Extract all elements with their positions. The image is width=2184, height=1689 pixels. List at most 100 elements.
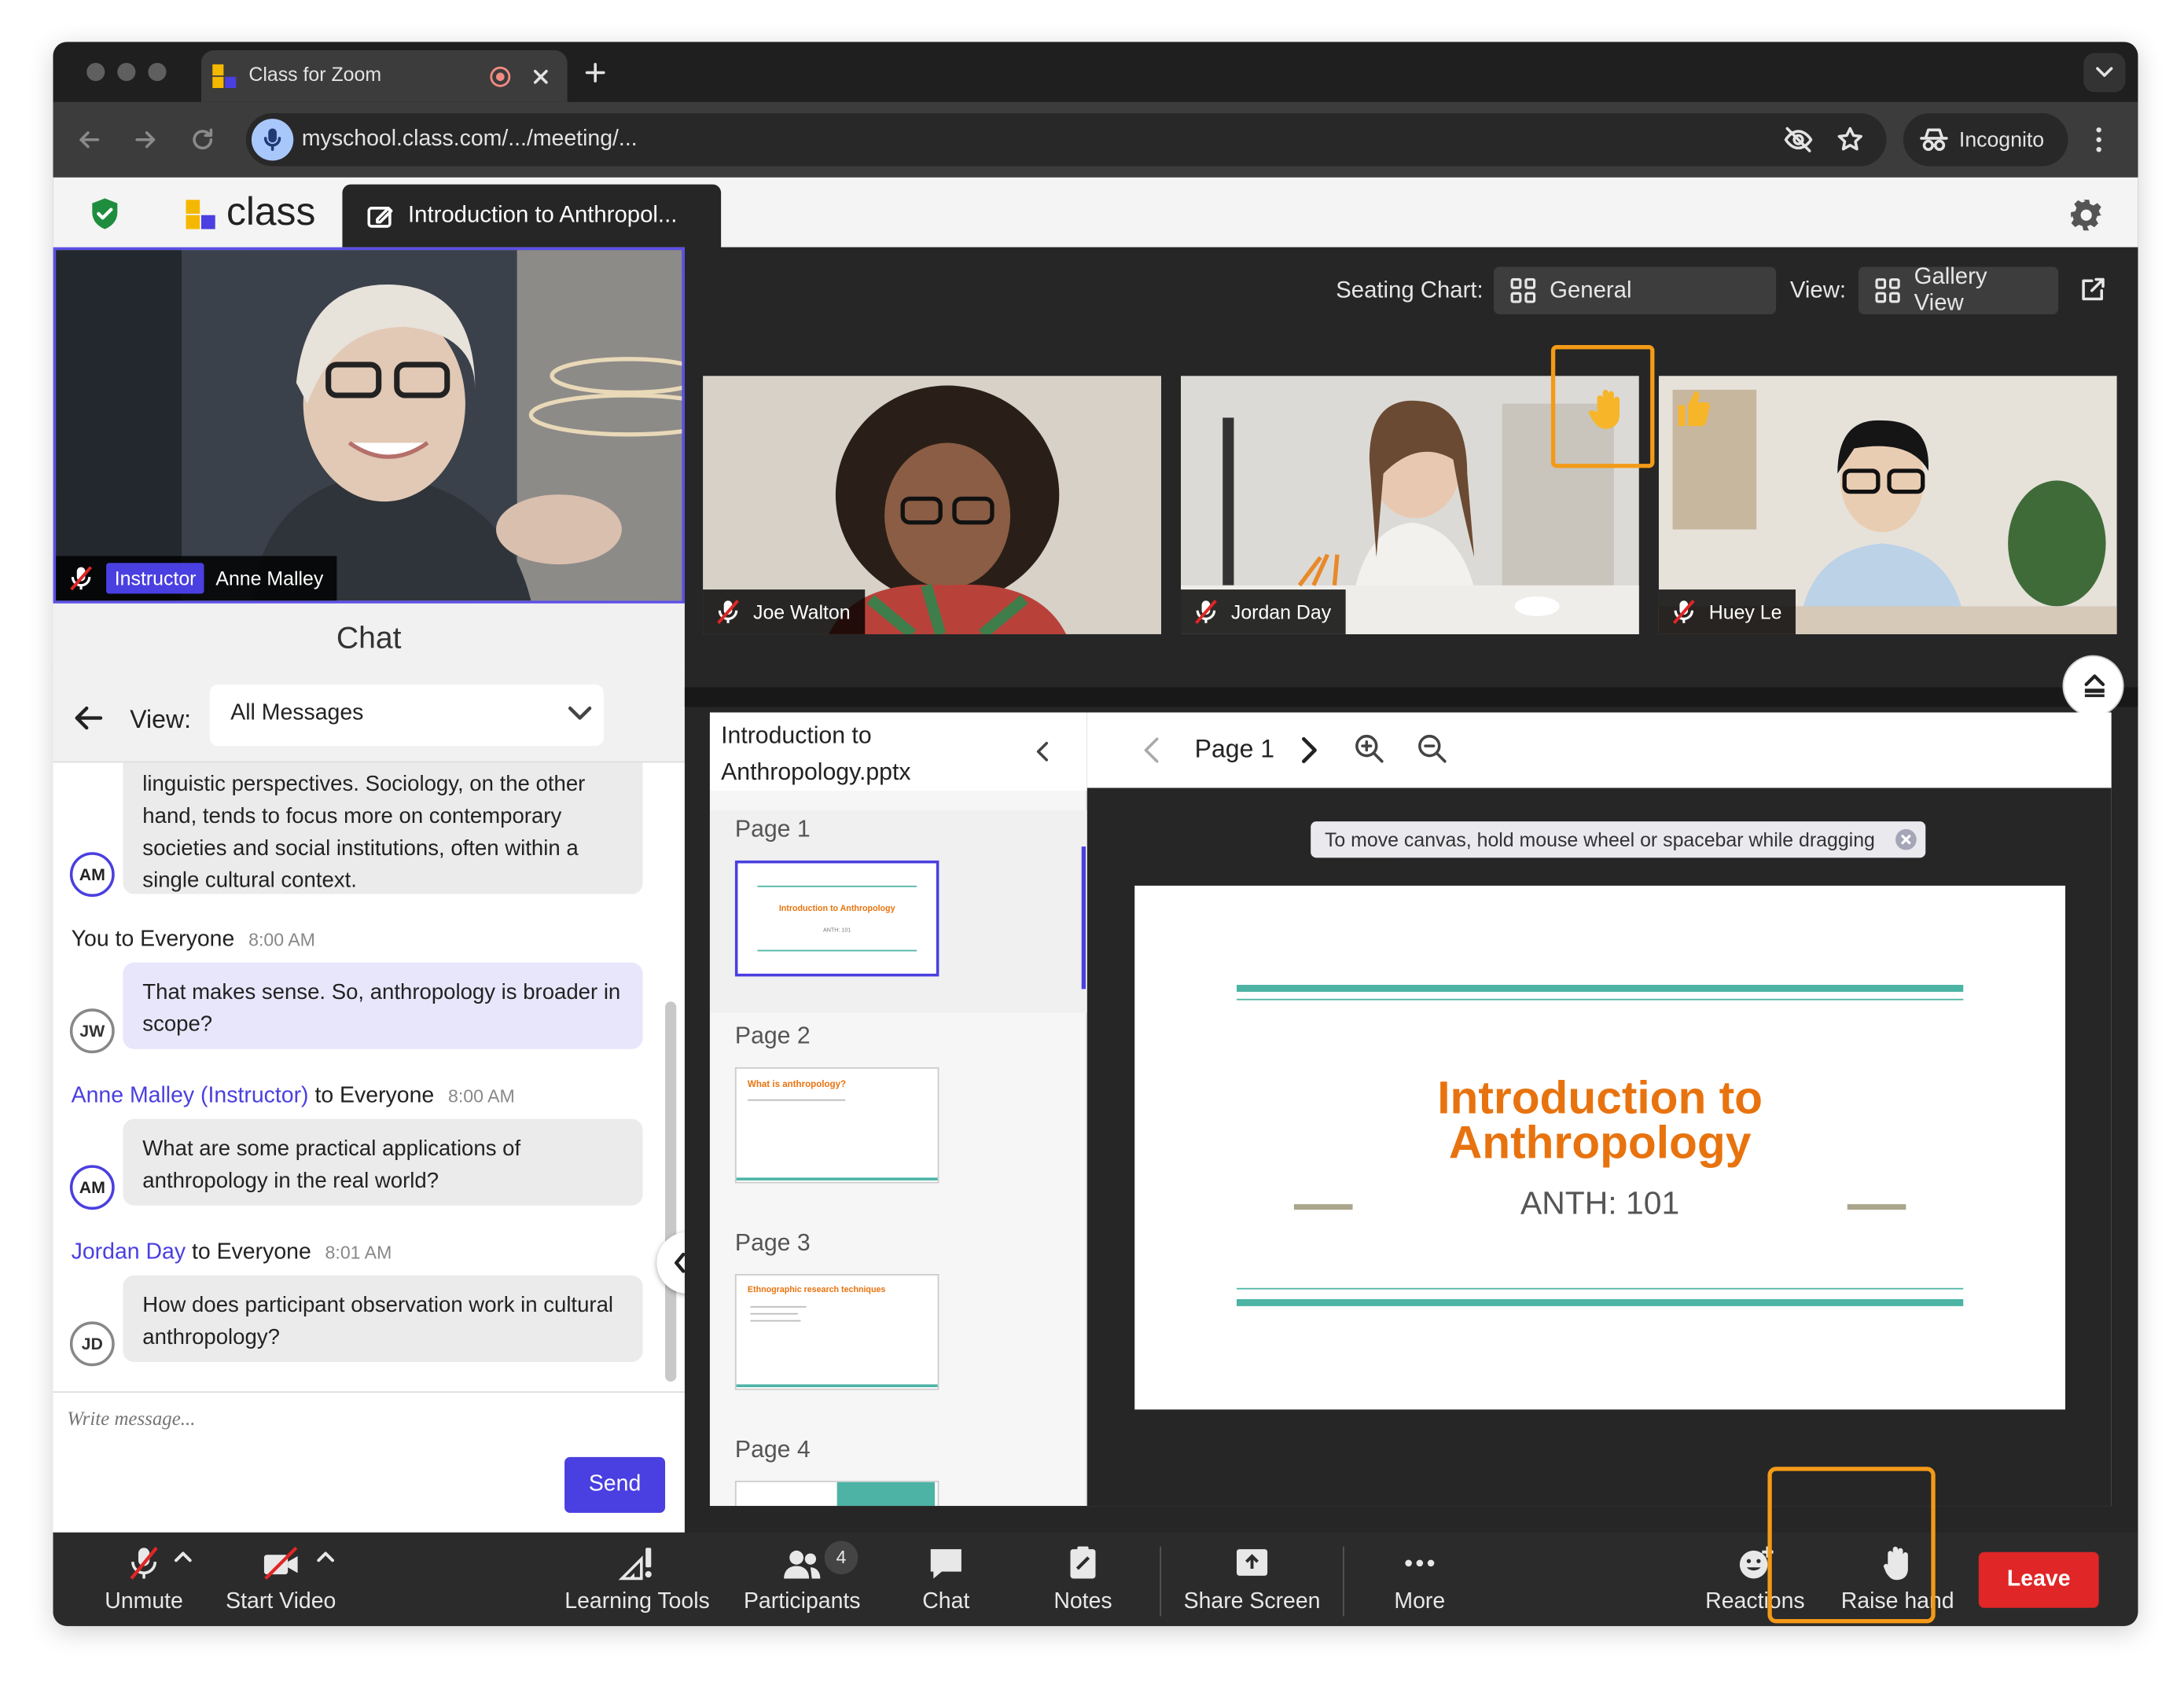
page-thumbnail[interactable]: Introduction to Anthropology ANTH: 101 <box>734 860 939 977</box>
new-tab-icon[interactable] <box>584 61 606 83</box>
reload-icon[interactable] <box>189 126 217 154</box>
document-filename: Introduction to Anthropology.pptx <box>709 712 1087 791</box>
participants-label: Participants <box>743 1589 861 1614</box>
chat-view-select[interactable]: All Messages <box>209 684 604 747</box>
notes-button[interactable]: Notes <box>1039 1533 1126 1626</box>
slide-title-line1: Introduction to <box>1437 1071 1763 1124</box>
page-label: Page 2 <box>734 1023 811 1049</box>
address-bar[interactable]: myschool.class.com/.../meeting/... <box>245 112 1887 167</box>
thumb-title: What is anthropology? <box>747 1079 847 1090</box>
seating-chart-label: Seating Chart: <box>1336 277 1484 303</box>
chat-view-label: View: <box>130 705 191 734</box>
participant-name: Joe Walton <box>753 600 851 623</box>
thumb-image-block <box>836 1482 936 1507</box>
video-tile-huey-le[interactable]: Huey Le <box>1658 376 2117 634</box>
chevron-down-icon <box>568 706 592 720</box>
muted-mic-icon <box>1672 599 1695 625</box>
browser-toolbar: myschool.class.com/.../meeting/... Incog… <box>53 101 2138 178</box>
chat-bubble-icon <box>930 1549 961 1579</box>
chevron-up-icon[interactable] <box>316 1549 336 1563</box>
participants-icon <box>784 1550 821 1579</box>
minimize-window-dot[interactable] <box>117 62 136 82</box>
canvas-hint: To move canvas, hold mouse wheel or spac… <box>1311 821 1926 858</box>
avatar: AM <box>69 1165 115 1210</box>
back-arrow-icon[interactable] <box>72 704 103 733</box>
send-button[interactable]: Send <box>564 1456 666 1513</box>
chat-message-bubble: How does participant observation work in… <box>123 1275 643 1362</box>
chat-sender[interactable]: Anne Malley (Instructor) <box>72 1084 309 1107</box>
unmute-button[interactable]: Unmute <box>95 1533 193 1626</box>
video-tile-joe-walton[interactable]: Joe Walton <box>703 376 1162 634</box>
incognito-badge[interactable]: Incognito <box>1903 112 2068 167</box>
page-label: Page 4 <box>734 1436 811 1463</box>
participant-name: Jordan Day <box>1230 600 1332 623</box>
settings-gear-icon[interactable] <box>2069 198 2103 232</box>
recording-icon <box>490 66 511 87</box>
brand-logo-text: class <box>226 189 316 233</box>
page-thumbnail[interactable]: Ethnographic research techniques <box>734 1273 939 1390</box>
more-button[interactable]: More <box>1381 1533 1459 1626</box>
thumb-text-line <box>750 1305 807 1308</box>
instructor-video-tile[interactable]: Instructor Anne Malley <box>53 247 685 604</box>
toggle-gallery-button[interactable] <box>2062 655 2124 717</box>
page-label: Page 3 <box>734 1229 811 1256</box>
instructor-name: Anne Malley <box>215 567 324 590</box>
meeting-area: Seating Chart: General View: Gallery Vie… <box>684 247 2138 1533</box>
zoom-in-icon[interactable] <box>1354 733 1384 764</box>
chat-message-meta: Jordan Day to Everyone 8:01 AM <box>72 1240 392 1265</box>
video-off-icon <box>263 1546 298 1580</box>
close-tab-icon[interactable] <box>531 67 550 86</box>
participant-name: Huey Le <box>1708 600 1782 623</box>
tab-search-button[interactable] <box>2083 53 2126 93</box>
pop-out-icon[interactable] <box>2079 275 2108 303</box>
slide-viewer[interactable]: Page 1 To move canvas, hold mouse wheel … <box>1086 712 2112 1507</box>
share-screen-button[interactable]: Share Screen <box>1179 1533 1325 1626</box>
zoom-out-icon[interactable] <box>1417 733 1447 764</box>
chat-sender[interactable]: Jordan Day <box>72 1240 186 1264</box>
message-input[interactable] <box>67 1404 627 1437</box>
maximize-window-dot[interactable] <box>148 62 167 82</box>
mic-permission-button[interactable] <box>251 119 294 161</box>
chat-message-text: That makes sense. So, anthropology is br… <box>142 980 621 1037</box>
bookmark-star-icon[interactable] <box>1837 126 1865 154</box>
page-thumbnail[interactable]: What is anthropology? <box>734 1067 939 1184</box>
toolbar-separator <box>1160 1546 1162 1617</box>
slide-rule-bottom-thin <box>1236 1287 1964 1290</box>
meeting-tab[interactable]: Introduction to Anthropol... <box>342 184 722 248</box>
page-thumbnail-list[interactable]: Introduction to Anthropology.pptx Page 1… <box>709 712 1087 1507</box>
back-icon[interactable] <box>75 126 104 154</box>
thumb-text-line <box>750 1320 801 1322</box>
url-text: myschool.class.com/.../meeting/... <box>301 127 638 151</box>
chat-time: 8:01 AM <box>325 1242 392 1263</box>
seating-chart-select[interactable]: General <box>1494 266 1777 314</box>
participant-name-tag: Jordan Day <box>1180 589 1345 634</box>
leave-button[interactable]: Leave <box>1978 1551 2099 1608</box>
collapse-list-icon[interactable] <box>1034 740 1050 762</box>
chat-button[interactable]: Chat <box>906 1533 987 1626</box>
page-thumbnail[interactable] <box>734 1481 939 1507</box>
previous-page-icon[interactable] <box>1143 736 1160 765</box>
slide-canvas[interactable]: Introduction to Anthropology ANTH: 101 <box>1134 885 2065 1410</box>
browser-tab[interactable]: Class for Zoom <box>200 50 568 102</box>
slide-rule-bottom <box>1236 1298 1964 1306</box>
close-window-dot[interactable] <box>86 62 105 82</box>
chevron-up-icon[interactable] <box>173 1549 193 1563</box>
share-screen-label: Share Screen <box>1183 1589 1321 1614</box>
chat-message-list[interactable]: linguistic perspectives. Sociology, on t… <box>53 762 685 1392</box>
chat-recipient: to Everyone <box>115 927 235 952</box>
instructor-name-tag: Instructor Anne Malley <box>56 556 338 601</box>
start-video-button[interactable]: Start Video <box>218 1533 344 1626</box>
unmute-label: Unmute <box>105 1589 183 1614</box>
chat-message-text: What are some practical applications of … <box>142 1136 521 1193</box>
view-mode-select[interactable]: Gallery View <box>1858 264 2059 316</box>
close-hint-icon[interactable] <box>1895 828 1917 850</box>
eye-slash-icon[interactable] <box>1783 126 1814 154</box>
chat-compose: Send <box>53 1391 685 1533</box>
learning-tools-button[interactable]: Learning Tools <box>559 1533 715 1626</box>
next-page-icon[interactable] <box>1301 736 1318 765</box>
browser-menu-icon[interactable] <box>2094 126 2105 154</box>
chat-label: Chat <box>922 1589 970 1614</box>
forward-icon[interactable] <box>131 126 160 154</box>
canvas-hint-text: To move canvas, hold mouse wheel or spac… <box>1324 828 1875 851</box>
chat-scrollbar[interactable] <box>665 1001 677 1382</box>
